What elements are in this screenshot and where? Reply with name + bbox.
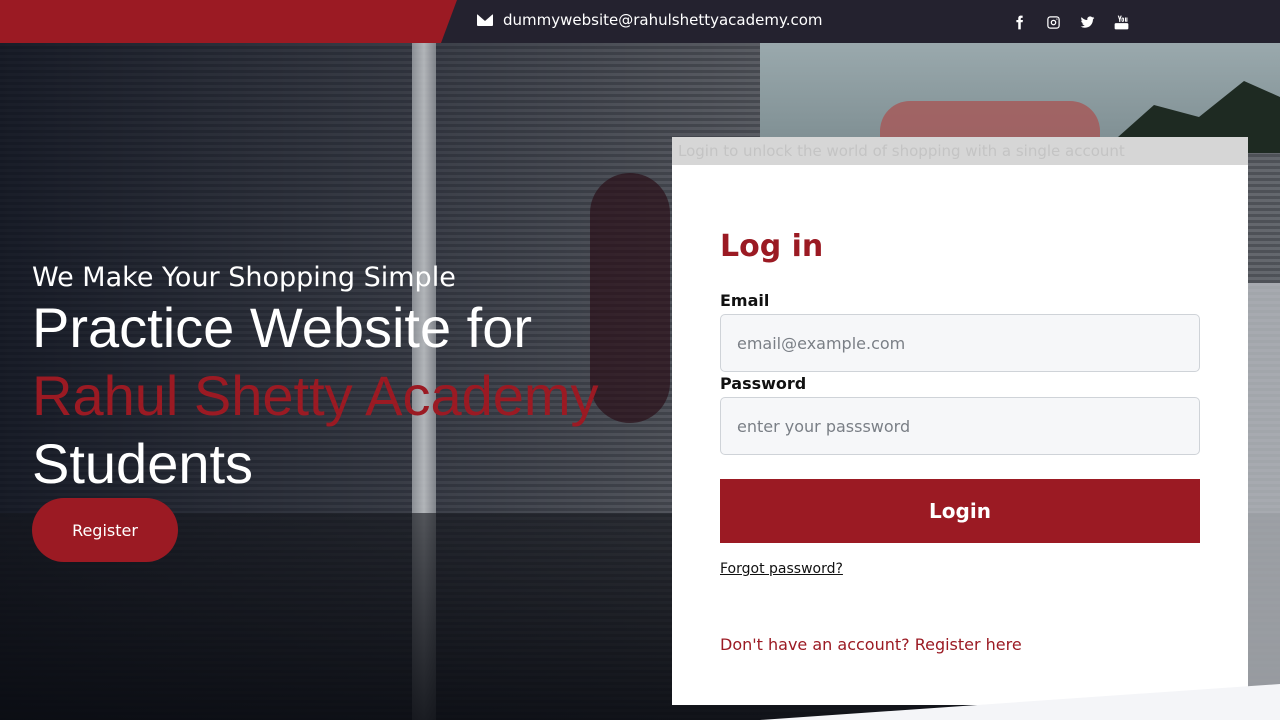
- contact-email: dummywebsite@rahulshettyacademy.com: [477, 11, 823, 29]
- background-structure: [1248, 283, 1280, 720]
- hero-headline-accent: Rahul Shetty Academy: [32, 364, 599, 427]
- hero-headline-line1: Practice Website for: [32, 296, 533, 359]
- register-here-link[interactable]: Don't have an account? Register here: [720, 635, 1200, 654]
- forgot-password-link[interactable]: Forgot password?: [720, 561, 843, 577]
- youtube-icon[interactable]: [1104, 11, 1138, 33]
- instagram-icon[interactable]: [1036, 11, 1070, 33]
- email-field[interactable]: [720, 314, 1200, 372]
- background-vehicle: [880, 101, 1100, 141]
- hero-tagline: We Make Your Shopping Simple: [32, 262, 456, 293]
- hero-headline: Practice Website for Rahul Shetty Academ…: [32, 294, 599, 498]
- envelope-icon: [477, 14, 493, 26]
- hero-text: We Make Your Shopping Simple Practice We…: [32, 262, 599, 498]
- contact-email-text: dummywebsite@rahulshettyacademy.com: [503, 11, 823, 29]
- login-button[interactable]: Login: [720, 479, 1200, 543]
- login-form: Log in Email Password Login Forgot passw…: [720, 229, 1200, 654]
- facebook-icon[interactable]: [1002, 11, 1036, 33]
- login-card: Login to unlock the world of shopping wi…: [672, 137, 1248, 705]
- background-glyph: [590, 173, 670, 423]
- email-label: Email: [720, 291, 770, 310]
- login-title: Log in: [720, 229, 824, 264]
- password-field[interactable]: [720, 397, 1200, 455]
- social-links: [1002, 11, 1138, 33]
- top-bar-accent: [0, 0, 457, 43]
- hero-headline-line3: Students: [32, 432, 254, 495]
- register-button[interactable]: Register: [32, 498, 178, 562]
- password-label: Password: [720, 374, 807, 393]
- top-bar: dummywebsite@rahulshettyacademy.com: [0, 0, 1280, 43]
- twitter-icon[interactable]: [1070, 11, 1104, 33]
- login-banner: Login to unlock the world of shopping wi…: [672, 137, 1248, 165]
